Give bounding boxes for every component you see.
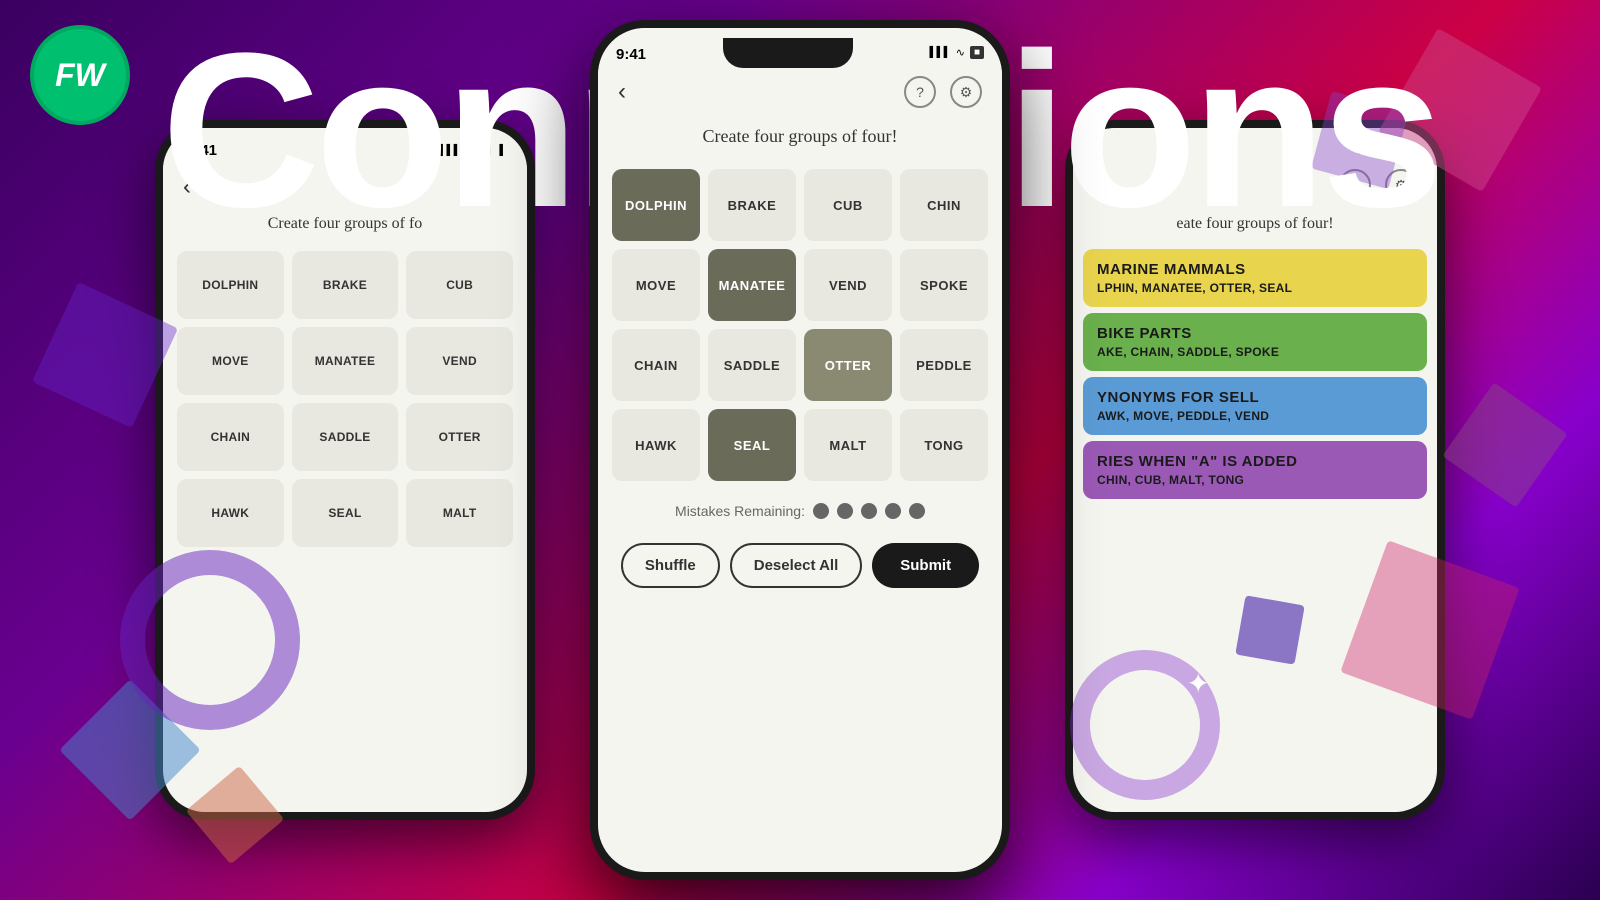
time-center: 9:41 [616,38,646,63]
tile-chin[interactable]: CHIN [900,169,988,241]
status-bar-center: 9:41 ▌▌▌ ∿ ■ [598,28,1002,68]
submit-button[interactable]: Submit [872,543,979,588]
dot-5 [909,503,925,519]
sparkle-icon: ✦ [1187,667,1210,700]
status-icons-center: ▌▌▌ ∿ ■ [929,38,984,59]
settings-icon[interactable]: ⚙ [950,76,982,108]
action-buttons: Shuffle Deselect All Submit [598,533,1002,608]
tile-otter[interactable]: OTTER [804,329,892,401]
tile-cub[interactable]: CUB [804,169,892,241]
word-grid-center: DOLPHIN BRAKE CUB CHIN MOVE MANATEE VEND… [598,161,1002,489]
tile-spoke[interactable]: SPOKE [900,249,988,321]
tile-dolphin[interactable]: DOLPHIN [612,169,700,241]
tile-peddle[interactable]: PEDDLE [900,329,988,401]
tile-malt[interactable]: MALT [804,409,892,481]
tile-saddle[interactable]: SADDLE [708,329,796,401]
mistakes-row: Mistakes Remaining: [598,489,1002,533]
nav-center: ‹ ? ⚙ [598,68,1002,116]
game-title-center: Create four groups of four! [598,116,1002,161]
mistakes-label: Mistakes Remaining: [675,503,805,519]
back-arrow-center[interactable]: ‹ [618,78,626,106]
nav-icons-center: ? ⚙ [904,76,982,108]
tile-manatee[interactable]: MANATEE [708,249,796,321]
shuffle-button[interactable]: Shuffle [621,543,720,588]
tile-chain[interactable]: CHAIN [612,329,700,401]
tile-tong[interactable]: TONG [900,409,988,481]
tile-move[interactable]: MOVE [612,249,700,321]
dot-2 [837,503,853,519]
help-icon[interactable]: ? [904,76,936,108]
phone-center: 9:41 ▌▌▌ ∿ ■ ‹ ? ⚙ Create four groups of… [590,20,1010,880]
tile-hawk[interactable]: HAWK [612,409,700,481]
notch [723,38,853,68]
phone-center-screen: 9:41 ▌▌▌ ∿ ■ ‹ ? ⚙ Create four groups of… [598,28,1002,872]
dot-3 [861,503,877,519]
fw-logo: FW [30,25,130,125]
dot-4 [885,503,901,519]
tile-seal[interactable]: SEAL [708,409,796,481]
dot-1 [813,503,829,519]
tile-vend[interactable]: VEND [804,249,892,321]
deselect-button[interactable]: Deselect All [730,543,863,588]
tile-brake[interactable]: BRAKE [708,169,796,241]
